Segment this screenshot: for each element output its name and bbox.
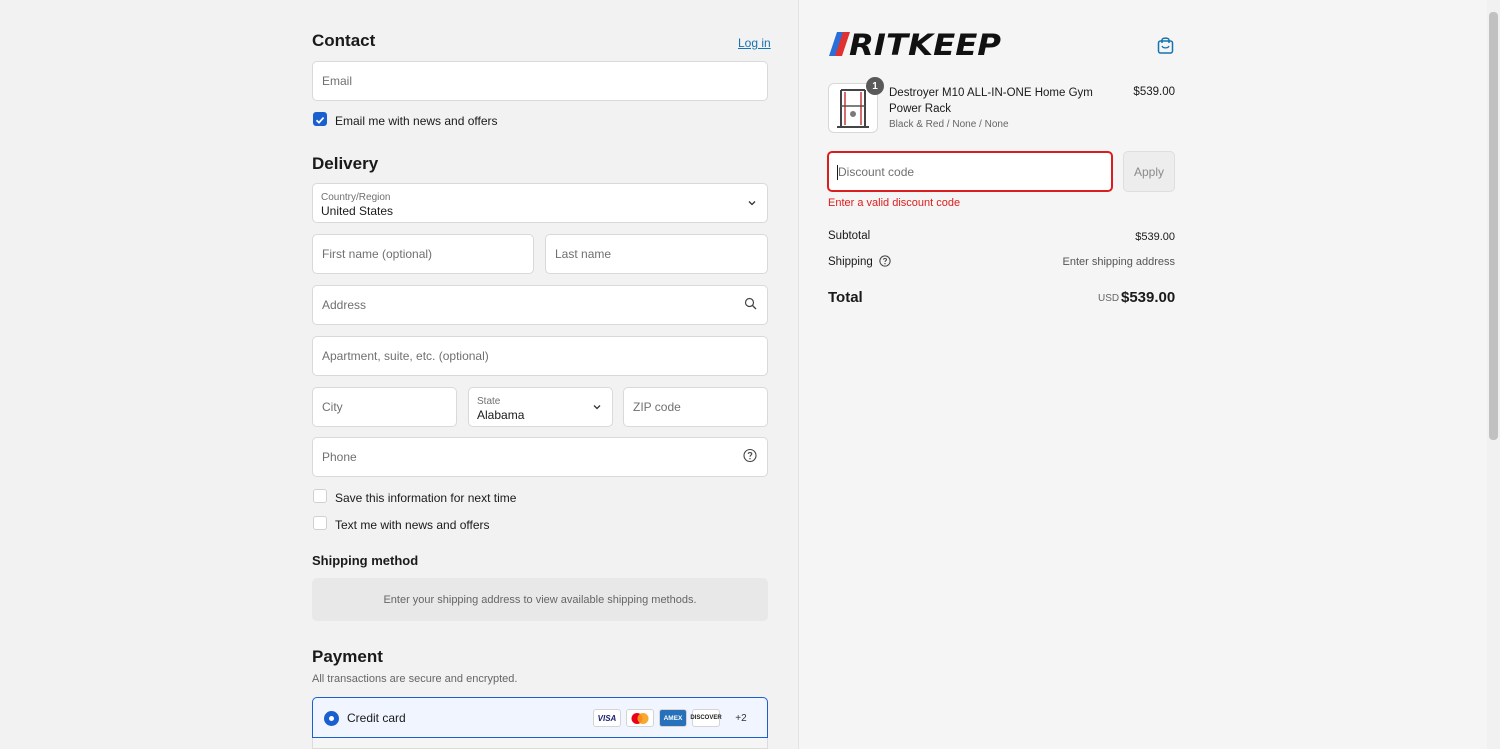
help-circle-icon[interactable] <box>743 448 757 466</box>
total-value: $539.00 <box>1121 289 1176 306</box>
payment-subtitle: All transactions are secure and encrypte… <box>312 673 518 685</box>
apartment-placeholder: Apartment, suite, etc. (optional) <box>322 349 489 363</box>
quantity-badge: 1 <box>866 77 884 95</box>
delivery-heading: Delivery <box>312 154 379 173</box>
brand-wordmark: RITKEEP <box>849 30 1001 58</box>
product-name: Destroyer M10 ALL-IN-ONE Home Gym Power … <box>889 87 1093 115</box>
product-variant: Black & Red / None / None <box>889 119 1009 130</box>
checkmark-icon <box>315 117 325 124</box>
text-me-checkbox[interactable] <box>313 516 327 530</box>
credit-card-label: Credit card <box>347 711 406 725</box>
discount-placeholder: Discount code <box>838 164 915 179</box>
address-placeholder: Address <box>322 298 367 312</box>
shipping-method-heading: Shipping method <box>312 553 419 568</box>
email-placeholder: Email <box>322 74 353 88</box>
phone-field[interactable]: Phone <box>312 437 768 477</box>
payment-heading: Payment <box>312 647 383 666</box>
subtotal-value: $539.00 <box>1135 231 1175 243</box>
state-value: Alabama <box>477 408 525 422</box>
total-label: Total <box>828 289 863 306</box>
newsletter-label: Email me with news and offers <box>335 114 498 128</box>
credit-card-radio[interactable] <box>324 711 339 726</box>
last-name-placeholder: Last name <box>555 247 612 261</box>
shipping-method-placeholder: Enter your shipping address to view avai… <box>312 578 768 621</box>
apply-button[interactable]: Apply <box>1123 151 1175 192</box>
subtotal-label: Subtotal <box>828 230 871 242</box>
next-payment-option[interactable] <box>312 738 768 749</box>
scrollbar-thumb[interactable] <box>1489 12 1498 440</box>
country-label: Country/Region <box>321 192 391 203</box>
shipping-label: Shipping <box>828 255 891 270</box>
shipping-method-text: Enter your shipping address to view avai… <box>383 593 697 606</box>
ritkeep-logo: RITKEEP <box>829 28 1003 62</box>
save-info-checkbox[interactable] <box>313 489 327 503</box>
shipping-value: Enter shipping address <box>1062 256 1175 268</box>
contact-heading: Contact <box>312 31 376 50</box>
credit-card-option[interactable]: Credit card VISA AMEX DISCOVER +2 <box>312 697 768 738</box>
state-label: State <box>477 396 501 407</box>
address-field[interactable]: Address <box>312 285 768 325</box>
newsletter-checkbox[interactable] <box>313 112 327 126</box>
search-icon <box>744 297 757 313</box>
state-select[interactable]: State Alabama <box>468 387 613 427</box>
text-me-label: Text me with news and offers <box>335 518 490 532</box>
city-field[interactable]: City <box>312 387 457 427</box>
discount-code-field[interactable]: Discount code <box>827 151 1113 192</box>
city-placeholder: City <box>322 400 343 414</box>
product-price: $539.00 <box>1133 86 1175 98</box>
zip-field[interactable]: ZIP code <box>623 387 768 427</box>
total-currency: USD <box>1098 293 1120 304</box>
country-value: United States <box>321 204 394 218</box>
first-name-placeholder: First name (optional) <box>322 247 433 261</box>
more-cards-badge: +2 <box>735 712 747 724</box>
email-field[interactable]: Email <box>312 61 768 101</box>
amex-icon: AMEX <box>659 709 687 727</box>
mastercard-icon <box>626 709 654 727</box>
help-circle-icon[interactable] <box>879 255 891 270</box>
phone-placeholder: Phone <box>322 450 357 464</box>
save-info-label: Save this information for next time <box>335 491 517 505</box>
first-name-field[interactable]: First name (optional) <box>312 234 534 274</box>
chevron-down-icon <box>747 195 757 211</box>
visa-icon: VISA <box>593 709 621 727</box>
apartment-field[interactable]: Apartment, suite, etc. (optional) <box>312 336 768 376</box>
shipping-label-text: Shipping <box>828 256 873 268</box>
shopping-bag-icon[interactable] <box>1157 36 1174 57</box>
discount-error-message: Enter a valid discount code <box>828 197 961 209</box>
last-name-field[interactable]: Last name <box>545 234 768 274</box>
discover-icon: DISCOVER <box>690 709 722 727</box>
chevron-down-icon <box>592 399 602 415</box>
zip-placeholder: ZIP code <box>633 400 681 414</box>
country-select[interactable]: Country/Region United States <box>312 183 768 223</box>
login-link[interactable]: Log in <box>738 36 771 50</box>
